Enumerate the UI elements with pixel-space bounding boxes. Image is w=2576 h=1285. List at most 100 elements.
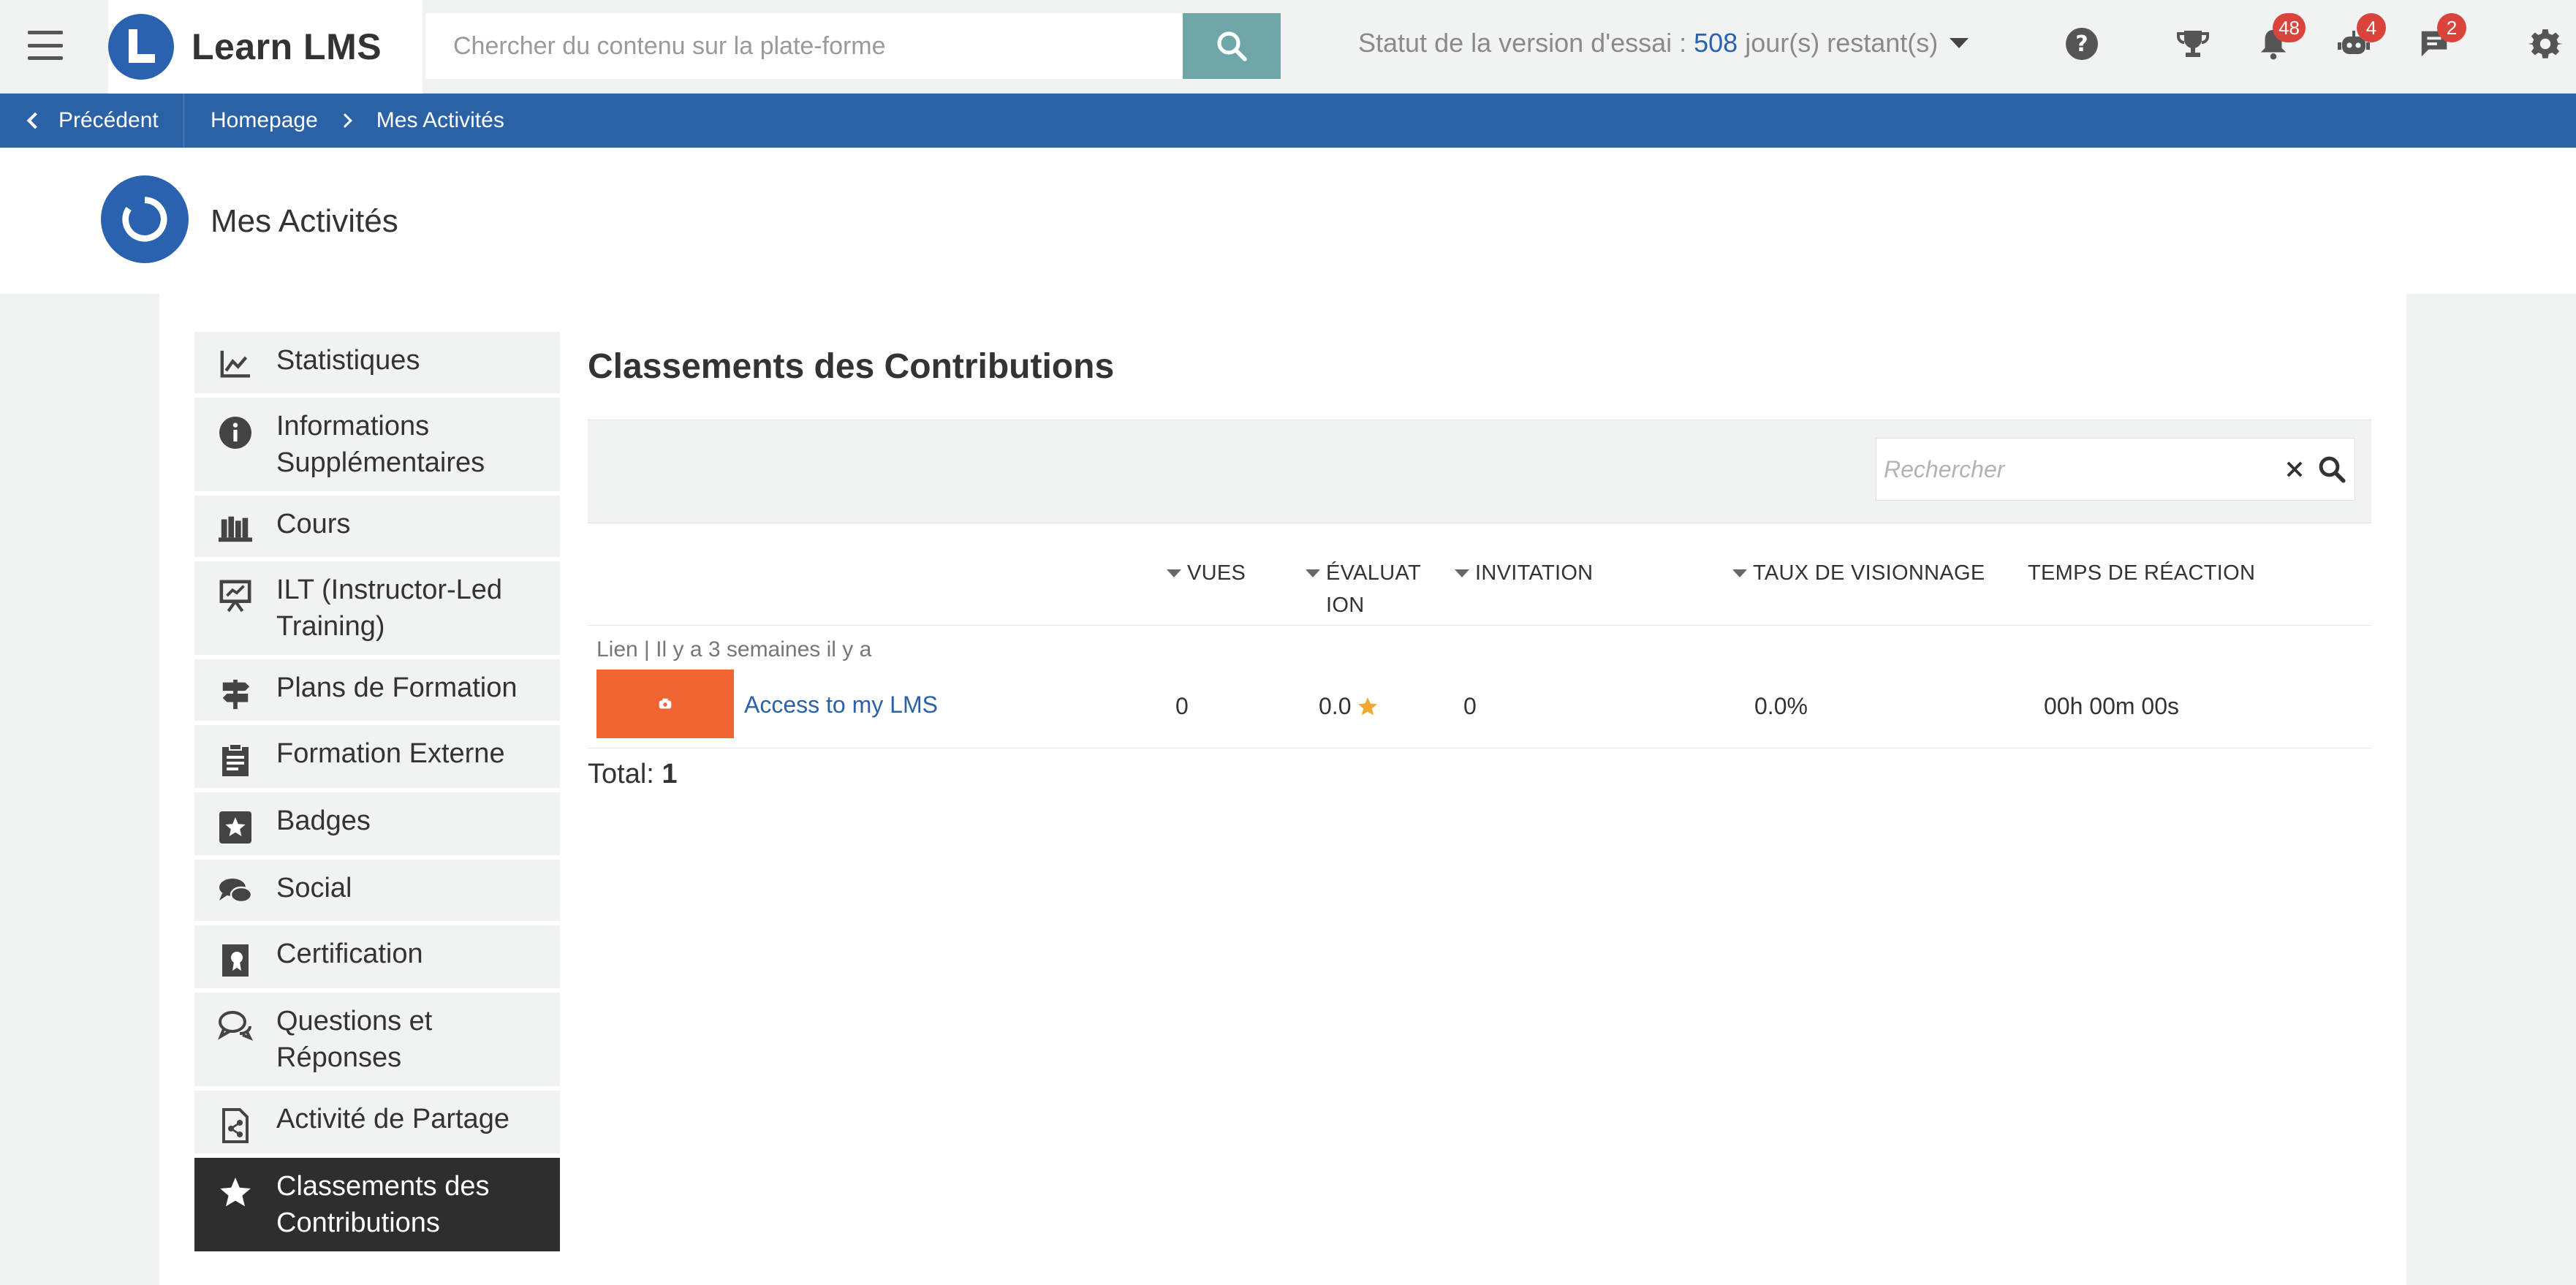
sidebar-item-label: Plans de Formation <box>276 672 518 703</box>
sidebar-item-formation-externe[interactable]: Formation Externe <box>194 725 560 788</box>
cell-rating: 0.0 <box>1319 693 1379 720</box>
column-label: ÉVALUAT ION <box>1326 557 1421 621</box>
chart-icon <box>194 342 276 379</box>
table-search <box>1876 438 2355 501</box>
chat-icon[interactable]: 2 <box>2412 13 2466 66</box>
sidebar-item-label: Classements des Contributions <box>276 1171 490 1238</box>
sort-icon <box>1732 569 1747 577</box>
cell-invitation: 0 <box>1463 693 1477 719</box>
trial-prefix: Statut de la version d'essai : <box>1358 28 1687 58</box>
robot-badge: 4 <box>2357 13 2386 42</box>
sidebar-item-label: Questions et Réponses <box>276 1006 433 1073</box>
sidebar-item-badges[interactable]: Badges <box>194 792 560 855</box>
column-invitation[interactable]: INVITATION <box>1455 557 1593 589</box>
logo[interactable]: Learn LMS <box>108 0 423 94</box>
sidebar-item-cours[interactable]: Cours <box>194 496 560 557</box>
sidebar-item-ilt[interactable]: ILT (Instructor-Led Training) <box>194 561 560 655</box>
trophy-icon[interactable] <box>2171 22 2215 66</box>
sidebar-item-label: Badges <box>276 806 371 836</box>
sidebar-item-classements[interactable]: Classements des Contributions <box>194 1158 560 1251</box>
sidebar-item-label: Activité de Partage <box>276 1104 509 1134</box>
table-row: Lien | Il y a 3 semaines il y a Access t… <box>588 626 2371 748</box>
robot-icon[interactable]: 4 <box>2332 13 2386 66</box>
column-label: INVITATION <box>1475 561 1594 585</box>
sidebar-item-plans[interactable]: Plans de Formation <box>194 659 560 721</box>
sidebar-item-questions[interactable]: Questions et Réponses <box>194 993 560 1086</box>
cell-reaction-time: 00h 00m 00s <box>2044 693 2180 719</box>
app-name: Learn LMS <box>192 26 382 67</box>
badge-star-icon <box>194 803 276 845</box>
clipboard-icon <box>194 735 276 778</box>
social-icon <box>194 870 276 906</box>
main-container: Statistiques Informations Supplémentaire… <box>159 294 2406 1285</box>
top-bar: Learn LMS Statut de la version d'essai :… <box>0 0 2576 94</box>
search-button[interactable] <box>1183 13 1281 79</box>
sidebar-item-statistiques[interactable]: Statistiques <box>194 332 560 393</box>
chat-badge: 2 <box>2437 13 2466 42</box>
link-icon <box>659 698 672 709</box>
presentation-icon <box>194 572 276 613</box>
column-label-line: ÉVALUAT <box>1326 561 1421 585</box>
books-icon <box>194 506 276 542</box>
menu-icon[interactable] <box>28 31 63 60</box>
notification-badge: 48 <box>2273 13 2306 42</box>
sidebar-item-partage[interactable]: Activité de Partage <box>194 1091 560 1153</box>
search-icon <box>1217 31 1247 61</box>
sidebar-item-label: Certification <box>276 939 423 969</box>
sidebar-item-label: Statistiques <box>276 345 420 376</box>
info-icon <box>194 408 276 450</box>
column-reaction-time: TEMPS DE RÉACTION <box>2028 557 2255 589</box>
back-button[interactable]: Précédent <box>22 94 184 148</box>
chevron-left-icon <box>26 112 44 129</box>
column-label: TAUX DE VISIONNAGE <box>1753 561 1985 585</box>
section-title: Classements des Contributions <box>588 347 1115 386</box>
sidebar-item-label: Formation Externe <box>276 738 505 769</box>
chevron-down-icon <box>1950 38 1969 48</box>
clear-icon[interactable] <box>2280 460 2309 479</box>
sidebar-item-label: Informations Supplémentaires <box>276 411 485 478</box>
qa-icon <box>194 1003 276 1041</box>
cell-views: 0 <box>1175 693 1189 719</box>
sidebar-item-certification[interactable]: Certification <box>194 925 560 988</box>
content-title-link[interactable]: Access to my LMS <box>744 691 938 719</box>
table-header: VUES ÉVALUAT ION INVITATION TAUX DE VISI… <box>588 523 2371 626</box>
trial-status[interactable]: Statut de la version d'essai : 508 jour(… <box>1358 28 1969 58</box>
global-search-input[interactable] <box>425 13 1183 79</box>
share-doc-icon <box>194 1101 276 1143</box>
trial-suffix: jour(s) restant(s) <box>1745 28 1939 58</box>
svg-text:?: ? <box>2075 31 2088 57</box>
column-label: VUES <box>1187 561 1246 585</box>
certificate-icon <box>194 936 276 978</box>
sidebar-item-informations[interactable]: Informations Supplémentaires <box>194 398 560 491</box>
contributions-table: VUES ÉVALUAT ION INVITATION TAUX DE VISI… <box>588 523 2371 790</box>
sidebar-item-label: Cours <box>276 509 351 539</box>
rating-value: 0.0 <box>1319 693 1352 719</box>
bell-icon[interactable]: 48 <box>2251 13 2306 66</box>
sidebar: Statistiques Informations Supplémentaire… <box>194 332 560 1256</box>
page-title: Mes Activités <box>211 203 398 239</box>
breadcrumb-bar: Précédent Homepage Mes Activités <box>0 94 2576 148</box>
sidebar-item-label: ILT (Instructor-Led Training) <box>276 575 503 642</box>
column-label: TEMPS DE RÉACTION <box>2028 561 2256 585</box>
sidebar-item-label: Social <box>276 873 352 903</box>
sidebar-item-social[interactable]: Social <box>194 860 560 921</box>
column-viewing-rate[interactable]: TAUX DE VISIONNAGE <box>1732 557 1985 589</box>
filter-bar <box>588 420 2371 523</box>
help-icon[interactable]: ? <box>2060 22 2104 66</box>
back-label: Précédent <box>58 108 159 132</box>
column-rating[interactable]: ÉVALUAT ION <box>1306 557 1421 621</box>
content-thumbnail[interactable] <box>596 670 734 738</box>
breadcrumb-home[interactable]: Homepage <box>211 108 318 133</box>
gear-icon[interactable] <box>2523 22 2567 66</box>
search-icon[interactable] <box>2309 454 2355 485</box>
signpost-icon <box>194 670 276 710</box>
content-panel: Classements des Contributions VUES <box>588 332 2371 790</box>
total-label: Total: <box>588 759 654 789</box>
column-views[interactable]: VUES <box>1167 557 1246 589</box>
table-total: Total: 1 <box>588 759 2371 790</box>
logo-icon <box>108 14 174 80</box>
table-search-input[interactable] <box>1876 455 2280 483</box>
sort-icon <box>1306 569 1320 577</box>
page-header: Mes Activités <box>0 148 2576 294</box>
cell-viewing-rate: 0.0% <box>1754 693 1808 719</box>
